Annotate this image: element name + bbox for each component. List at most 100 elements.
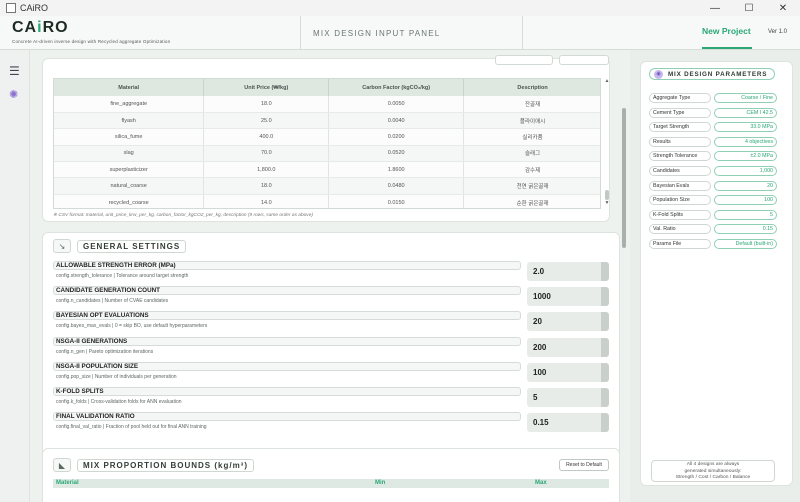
- parameter-key: Population Size: [649, 195, 711, 206]
- setting-row: ALLOWABLE STRENGTH ERROR (MPa) config.str…: [53, 261, 609, 283]
- description-cell: 감수제: [463, 161, 600, 179]
- panel-toolbar-fragment: [495, 55, 553, 65]
- setting-value-input[interactable]: 2.0: [527, 262, 609, 281]
- menu-icon[interactable]: ☰: [9, 64, 20, 78]
- unit-price-cell: 18.0: [203, 96, 330, 113]
- parameter-key: Strength Tolerance: [649, 151, 711, 162]
- setting-description: config.final_val_ratio | Fraction of poo…: [56, 424, 207, 431]
- material-cell: flyash: [54, 112, 205, 130]
- section-title: GENERAL SETTINGS: [77, 239, 187, 253]
- mix-bounds-header: ◣ MIX PROPORTION BOUNDS (kg/m³): [53, 458, 255, 472]
- parameter-value: Coarse / Fine: [714, 93, 777, 103]
- window-titlebar: CAiRO — ☐ ✕: [0, 0, 800, 16]
- main-scrollbar-thumb[interactable]: [622, 108, 626, 248]
- setting-value-input[interactable]: 100: [527, 362, 609, 382]
- parameter-value: 1,000: [714, 166, 777, 176]
- table-row[interactable]: slag 70.0 0.0520 슬래그: [54, 145, 600, 163]
- scroll-up-arrow[interactable]: ▲: [603, 78, 611, 84]
- app-tagline: Concrete AI-driven inverse design with R…: [12, 39, 171, 44]
- parameter-value: Default (built-in): [714, 239, 777, 249]
- description-cell: 잔골재: [463, 96, 600, 113]
- material-cell: slag: [54, 145, 205, 163]
- column-header-carbon-factor: Carbon Factor (kgCO₂/kg): [328, 79, 465, 96]
- scroll-thumb[interactable]: [605, 190, 609, 200]
- materials-table: Material Unit Price (₩/kg) Carbon Factor…: [53, 78, 601, 209]
- setting-value-input[interactable]: 200: [527, 337, 609, 357]
- setting-value-input[interactable]: 0.15: [527, 413, 609, 433]
- parameter-row: Params File Default (built-in): [649, 239, 777, 249]
- parameter-key: Target Strength: [649, 122, 711, 133]
- parameter-value: CEM I 42.5: [714, 107, 777, 118]
- unit-price-cell: 25.0: [203, 112, 330, 130]
- table-row[interactable]: superplasticizer 1,800.0 1.8600 감수제: [54, 161, 600, 179]
- setting-row: FINAL VALIDATION RATIO config.final_val_r…: [53, 412, 609, 434]
- setting-label: ALLOWABLE STRENGTH ERROR (MPa): [56, 262, 176, 269]
- bounds-table-header: Material Min Max: [53, 479, 609, 488]
- setting-description: config.k_folds | Cross-validation folds …: [56, 399, 182, 405]
- minimize-button[interactable]: —: [698, 0, 732, 16]
- chart-icon: ◣: [53, 458, 71, 472]
- setting-row: NSGA-II GENERATIONS config.n_gen | Pareto…: [53, 336, 609, 359]
- parameter-key: Val. Ratio: [649, 224, 711, 235]
- parameter-value: 20: [714, 180, 777, 191]
- maximize-button[interactable]: ☐: [732, 0, 766, 16]
- designs-info-note: All 4 designs are always generated simul…: [651, 460, 775, 482]
- column-header-unit-price: Unit Price (₩/kg): [203, 79, 330, 96]
- setting-row: K-FOLD SPLITS config.k_folds | Cross-vali…: [53, 387, 609, 409]
- setting-value: 1000: [533, 292, 551, 302]
- section-title: MIX PROPORTION BOUNDS (kg/m³): [77, 458, 255, 472]
- close-button[interactable]: ✕: [766, 0, 800, 16]
- parameter-value: 4 objectives: [714, 136, 777, 147]
- app-header: CAiRO Concrete AI-driven inverse design …: [0, 16, 800, 50]
- parameter-row: K-Fold Splits 5: [649, 209, 777, 220]
- settings-icon[interactable]: ✺: [9, 88, 18, 101]
- page-title: MIX DESIGN INPUT PANEL: [313, 29, 441, 38]
- new-project-tab[interactable]: New Project: [702, 26, 751, 36]
- setting-label: K-FOLD SPLITS: [56, 388, 104, 395]
- parameter-key: K-Fold Splits: [649, 209, 711, 220]
- table-row[interactable]: fine_aggregate 18.0 0.0050 잔골재: [54, 96, 600, 113]
- table-scrollbar[interactable]: ▲ ▼: [603, 78, 611, 209]
- setting-description: config.n_candidates | Number of CVAE can…: [56, 298, 169, 305]
- carbon-factor-cell: 0.0200: [328, 128, 465, 146]
- parameter-key: Params File: [649, 239, 711, 249]
- parameter-value: 100: [714, 195, 777, 206]
- setting-value-input[interactable]: 5: [527, 388, 609, 407]
- setting-description: config.pop_size | Number of individuals …: [56, 373, 177, 380]
- version-label: Ver 1.0: [768, 29, 788, 35]
- setting-value: 100: [533, 367, 547, 377]
- parameter-row: Val. Ratio 0.15: [649, 224, 777, 235]
- materials-panel: Material Unit Price (₩/kg) Carbon Factor…: [42, 55, 611, 222]
- parameter-row: Results 4 objectives: [649, 136, 777, 147]
- parameter-value: 5: [714, 209, 777, 220]
- column-header-material: Material: [54, 79, 205, 96]
- setting-value-input[interactable]: 1000: [527, 287, 609, 307]
- panel-toolbar-fragment: [559, 55, 609, 65]
- reset-to-default-button[interactable]: Reset to Default: [559, 459, 609, 471]
- carbon-factor-cell: 0.0150: [328, 194, 465, 208]
- trend-icon: ↘: [53, 239, 71, 253]
- description-cell: 슬래그: [463, 145, 600, 163]
- carbon-factor-cell: 1.8600: [328, 161, 465, 179]
- table-row[interactable]: recycled_coarse 14.0 0.0150 순환 굵은골재: [54, 194, 600, 208]
- parameter-row: Population Size 100: [649, 195, 777, 206]
- table-row[interactable]: silica_fume 400.0 0.0200 실리카퓸: [54, 128, 600, 146]
- description-cell: 순환 굵은골재: [463, 194, 600, 208]
- general-settings-header: ↘ GENERAL SETTINGS: [53, 239, 187, 253]
- parameter-key: Aggregate Type: [649, 93, 711, 103]
- parameter-value: 0.15: [714, 224, 777, 235]
- parameter-row: Aggregate Type Coarse / Fine: [649, 93, 777, 103]
- table-row[interactable]: natural_coarse 18.0 0.0480 천연 굵은골재: [54, 177, 600, 195]
- window-title: CAiRO: [20, 3, 49, 13]
- column-header-material: Material: [56, 480, 79, 486]
- scroll-down-arrow[interactable]: ▼: [603, 200, 611, 206]
- material-cell: fine_aggregate: [54, 96, 205, 113]
- setting-value-input[interactable]: 20: [527, 312, 609, 332]
- parameter-key: Candidates: [649, 166, 711, 176]
- parameter-key: Results: [649, 136, 711, 147]
- mix-bounds-panel: ◣ MIX PROPORTION BOUNDS (kg/m³) Reset to…: [42, 448, 620, 502]
- parameter-value: 33.0 MPa: [714, 122, 777, 133]
- table-row[interactable]: flyash 25.0 0.0040 플라이애시: [54, 112, 600, 130]
- setting-label: CANDIDATE GENERATION COUNT: [56, 287, 161, 295]
- unit-price-cell: 18.0: [203, 177, 330, 195]
